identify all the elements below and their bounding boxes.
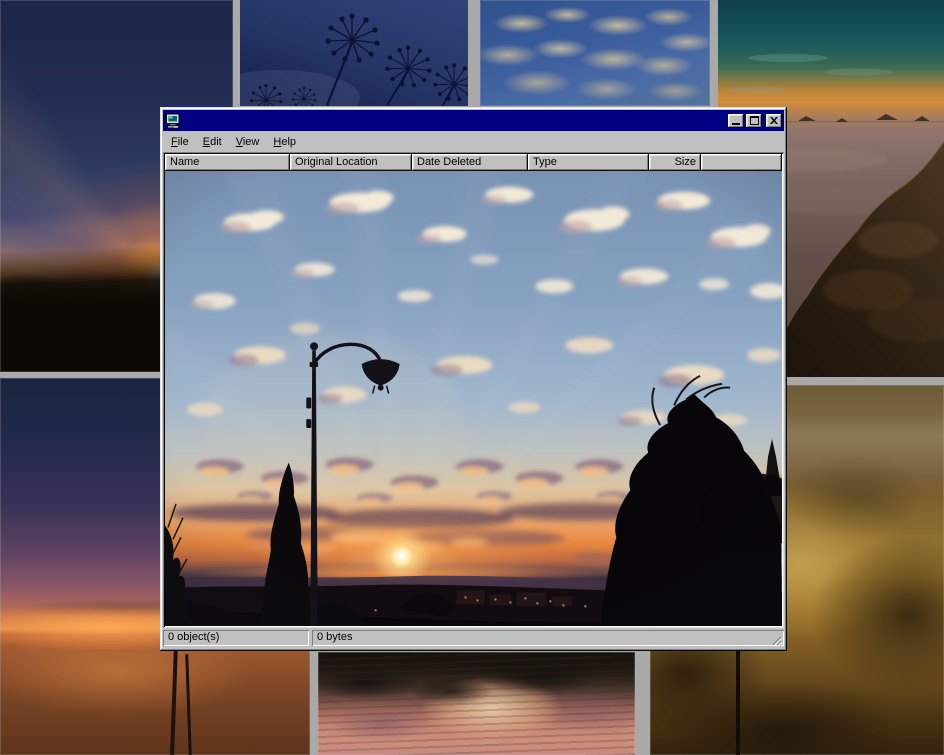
status-total-size: 0 bytes bbox=[312, 630, 784, 646]
seed-head-illustration bbox=[240, 0, 468, 106]
column-header-type[interactable]: Type bbox=[528, 154, 649, 171]
desktop: File Edit View Help Name Original Locati… bbox=[0, 0, 944, 755]
street-lamp-sunset-photo bbox=[165, 171, 782, 626]
status-object-count: 0 object(s) bbox=[163, 630, 309, 646]
window-controls bbox=[728, 114, 782, 128]
file-list-view[interactable]: Name Original Location Date Deleted Type… bbox=[163, 152, 784, 628]
sunset-photo-content bbox=[165, 171, 782, 626]
computer-icon[interactable] bbox=[165, 113, 181, 129]
vignette-overlay bbox=[165, 171, 782, 626]
water-pole-silhouette bbox=[170, 646, 178, 755]
column-header-size[interactable]: Size bbox=[649, 154, 701, 171]
minimize-icon bbox=[732, 123, 740, 125]
status-bar: 0 object(s) 0 bytes bbox=[163, 628, 784, 648]
menu-file[interactable]: File bbox=[164, 133, 196, 151]
resize-grip[interactable] bbox=[770, 634, 783, 647]
column-header-name[interactable]: Name bbox=[165, 154, 290, 171]
close-icon bbox=[770, 117, 778, 124]
wallpaper-photo-seed-heads bbox=[240, 0, 468, 106]
menu-help[interactable]: Help bbox=[266, 133, 303, 151]
water-pole-silhouette bbox=[185, 654, 192, 755]
wallpaper-photo-reflection bbox=[318, 652, 635, 755]
menu-bar: File Edit View Help bbox=[163, 131, 784, 152]
column-headers: Name Original Location Date Deleted Type… bbox=[165, 154, 782, 171]
column-header-blank[interactable] bbox=[701, 154, 782, 171]
maximize-icon bbox=[750, 116, 759, 125]
close-button[interactable] bbox=[766, 114, 782, 128]
menu-edit[interactable]: Edit bbox=[196, 133, 229, 151]
maximize-button[interactable] bbox=[746, 114, 762, 128]
column-header-date-deleted[interactable]: Date Deleted bbox=[412, 154, 528, 171]
minimize-button[interactable] bbox=[728, 114, 744, 128]
lamp-post-silhouette bbox=[736, 650, 740, 755]
column-header-original-location[interactable]: Original Location bbox=[290, 154, 412, 171]
titlebar[interactable] bbox=[163, 110, 784, 131]
recycle-bin-window: File Edit View Help Name Original Locati… bbox=[160, 107, 787, 651]
menu-view[interactable]: View bbox=[229, 133, 267, 151]
wallpaper-photo-clouds bbox=[480, 0, 710, 106]
